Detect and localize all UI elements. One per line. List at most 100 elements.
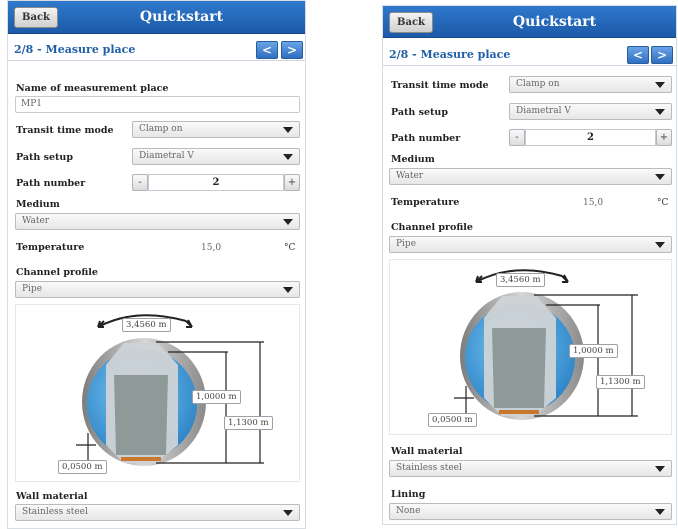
wall-material-select[interactable]: Stainless steel [389, 460, 672, 477]
wall-material-value: Stainless steel [22, 507, 88, 517]
transit-time-mode-value: Clamp on [139, 124, 183, 134]
path-number-value[interactable]: 2 [148, 174, 284, 191]
height-b-unit: m [632, 377, 641, 387]
path-setup-value: Diametral V [139, 151, 194, 161]
channel-profile-select[interactable]: Pipe [389, 236, 672, 253]
step-bar: 2/8 - Measure place < > [383, 44, 676, 66]
temperature-unit: °C [657, 198, 669, 208]
medium-label: Medium [391, 154, 435, 165]
wall-material-value: Stainless steel [396, 463, 462, 473]
wall-material-select[interactable]: Stainless steel [15, 504, 300, 521]
lining-select[interactable]: None [389, 503, 672, 520]
height-b-unit: m [260, 418, 269, 428]
wall-unit: m [94, 462, 103, 472]
chevron-down-icon [655, 174, 665, 180]
measurement-section [492, 328, 546, 408]
step-title: 2/8 - Measure place [14, 43, 136, 56]
sediment-layer [499, 410, 539, 414]
path-number-increment-button[interactable]: + [656, 129, 672, 146]
medium-select[interactable]: Water [389, 168, 672, 185]
medium-label: Medium [16, 199, 60, 210]
height-a-value: 1,0000 [573, 346, 603, 356]
chevron-down-icon [283, 154, 293, 160]
quickstart-screen-left: Back Quickstart 2/8 - Measure place < > … [7, 0, 306, 529]
circumference-dimension[interactable]: 3,4560 m [122, 318, 171, 332]
height-a-unit: m [605, 346, 614, 356]
wall-thickness-dimension[interactable]: 0,0500 m [428, 413, 477, 427]
height-b-dimension[interactable]: 1,1300 m [224, 416, 273, 430]
medium-select[interactable]: Water [15, 213, 300, 230]
path-setup-select[interactable]: Diametral V [509, 103, 672, 120]
medium-value: Water [396, 171, 424, 181]
chevron-down-icon [655, 466, 665, 472]
chevron-down-icon [283, 219, 293, 225]
height-a-unit: m [228, 392, 237, 402]
path-number-label: Path number [16, 178, 86, 189]
path-number-decrement-button[interactable]: - [132, 174, 148, 191]
path-number-decrement-button[interactable]: - [509, 129, 525, 146]
channel-profile-label: Channel profile [391, 222, 473, 233]
temperature-label: Temperature [391, 197, 460, 208]
path-number-increment-button[interactable]: + [284, 174, 300, 191]
chevron-down-icon [655, 509, 665, 515]
step-title: 2/8 - Measure place [389, 48, 511, 61]
temperature-value[interactable]: 15,0 [583, 198, 603, 208]
temperature-label: Temperature [16, 242, 85, 253]
chevron-down-icon [283, 510, 293, 516]
prev-step-button[interactable]: < [256, 41, 278, 59]
path-setup-label: Path setup [391, 107, 448, 118]
chevron-down-icon [655, 82, 665, 88]
height-a-value: 1,0000 [196, 392, 226, 402]
wall-material-label: Wall material [391, 446, 463, 457]
path-setup-select[interactable]: Diametral V [132, 148, 300, 165]
height-b-value: 1,1300 [600, 377, 630, 387]
header-title: Quickstart [512, 14, 597, 30]
height-b-value: 1,1300 [228, 418, 258, 428]
circumference-value: 3,4560 [500, 275, 530, 285]
transit-time-mode-value: Clamp on [516, 79, 560, 89]
lining-value: None [396, 506, 421, 516]
path-setup-label: Path setup [16, 152, 73, 163]
next-step-button[interactable]: > [651, 46, 673, 64]
chevron-down-icon [655, 242, 665, 248]
wall-thickness-dimension[interactable]: 0,0500 m [58, 460, 107, 474]
circumference-value: 3,4560 [126, 320, 156, 330]
next-step-button[interactable]: > [281, 41, 303, 59]
transit-time-mode-select[interactable]: Clamp on [132, 121, 300, 138]
back-button[interactable]: Back [389, 12, 433, 33]
path-setup-value: Diametral V [516, 106, 571, 116]
circumference-unit: m [532, 275, 541, 285]
channel-profile-value: Pipe [396, 239, 417, 249]
step-bar: 2/8 - Measure place < > [8, 39, 305, 61]
transit-time-mode-select[interactable]: Clamp on [509, 76, 672, 93]
pipe-diagram: 3,4560 m 1,0000 m 1,1300 m 0,0500 m [15, 304, 300, 482]
measurement-place-input[interactable]: MP1 [15, 96, 300, 113]
header-bar: Back Quickstart [383, 6, 676, 38]
wall-unit: m [464, 415, 473, 425]
transit-time-mode-label: Transit time mode [391, 80, 489, 91]
chevron-down-icon [283, 127, 293, 133]
sediment-layer [121, 457, 161, 461]
quickstart-screen-right: Back Quickstart 2/8 - Measure place < > … [382, 5, 677, 525]
circumference-dimension[interactable]: 3,4560 m [496, 273, 545, 287]
header-bar: Back Quickstart [8, 1, 305, 34]
height-b-dimension[interactable]: 1,1300 m [596, 375, 645, 389]
chevron-down-icon [655, 109, 665, 115]
path-number-value[interactable]: 2 [525, 129, 656, 146]
measurement-section [114, 375, 168, 455]
height-a-dimension[interactable]: 1,0000 m [569, 344, 618, 358]
temperature-value[interactable]: 15,0 [201, 243, 221, 253]
wall-value: 0,0500 [432, 415, 462, 425]
header-title: Quickstart [139, 9, 224, 25]
measurement-place-label: Name of measurement place [16, 83, 169, 94]
back-button[interactable]: Back [14, 7, 58, 28]
path-number-label: Path number [391, 133, 461, 144]
height-a-dimension[interactable]: 1,0000 m [192, 390, 241, 404]
prev-step-button[interactable]: < [627, 46, 649, 64]
temperature-unit: °C [284, 243, 296, 253]
wall-value: 0,0500 [62, 462, 92, 472]
circumference-unit: m [158, 320, 167, 330]
chevron-down-icon [283, 287, 293, 293]
channel-profile-label: Channel profile [16, 267, 98, 278]
channel-profile-select[interactable]: Pipe [15, 281, 300, 298]
